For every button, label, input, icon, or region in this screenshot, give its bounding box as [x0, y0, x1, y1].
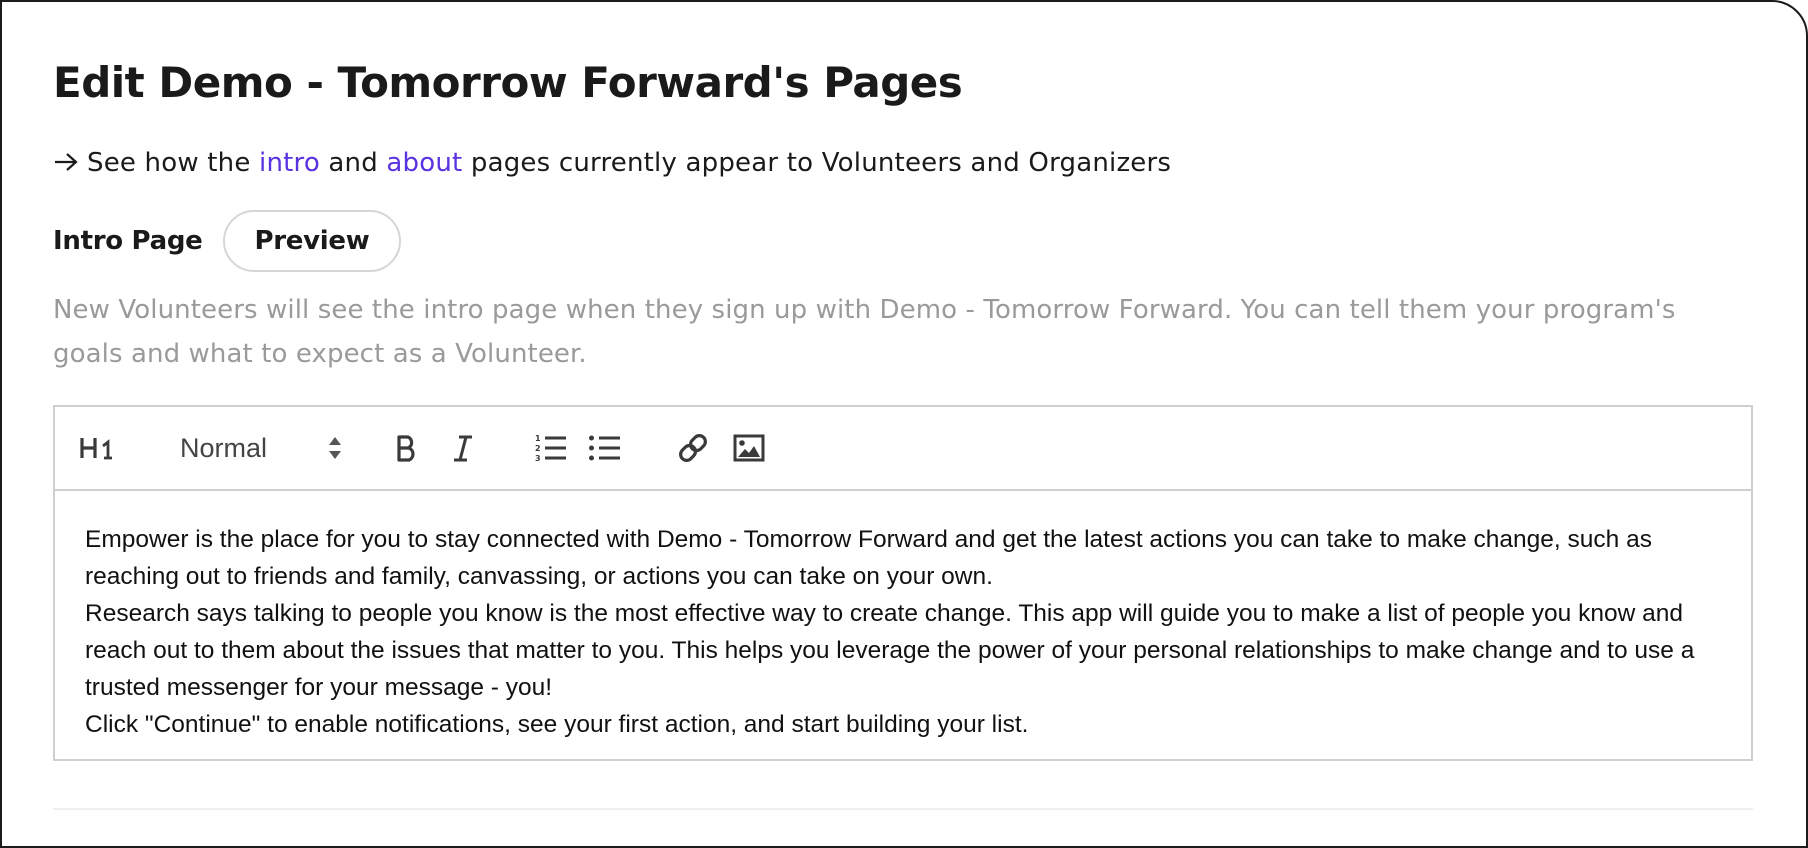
preview-pages-line: See how the intro and about pages curren… — [53, 148, 1171, 178]
bullet-list-icon — [589, 435, 620, 461]
editor-paragraph: Research says talking to people you know… — [85, 600, 1695, 701]
editor-paragraph: Click "Continue" to enable notifications… — [85, 711, 1029, 738]
intro-page-label: Intro Page — [53, 226, 203, 256]
text-format-selected: Normal — [180, 432, 268, 463]
image-button[interactable] — [731, 430, 767, 466]
svg-text:3: 3 — [535, 454, 541, 463]
text-format-select[interactable]: Normal — [173, 426, 343, 470]
page-frame: Edit Demo - Tomorrow Forward's Pages See… — [0, 0, 1808, 848]
select-arrows-icon — [329, 437, 341, 459]
bold-icon — [397, 435, 415, 462]
svg-text:1: 1 — [535, 434, 541, 443]
italic-button[interactable] — [445, 430, 481, 466]
ordered-list-button[interactable]: 1 2 3 — [533, 430, 569, 466]
link-button[interactable] — [675, 430, 711, 466]
ordered-list-icon: 1 2 3 — [535, 434, 566, 463]
link-icon — [679, 434, 707, 462]
intro-page-helper-text: New Volunteers will see the intro page w… — [53, 295, 1676, 369]
preview-line-suffix: pages currently appear to Volunteers and… — [470, 148, 1172, 178]
editor-toolbar: Normal 1 2 3 — [55, 407, 1751, 491]
italic-icon — [454, 435, 472, 462]
about-page-link[interactable]: about — [386, 148, 462, 178]
intro-page-header: Intro Page Preview — [53, 209, 402, 273]
section-divider — [53, 808, 1753, 810]
page-title: Edit Demo - Tomorrow Forward's Pages — [53, 58, 963, 107]
editor-paragraph: Empower is the place for you to stay con… — [85, 526, 1652, 590]
svg-text:2: 2 — [535, 444, 541, 453]
arrow-right-icon — [53, 149, 81, 171]
editor-content[interactable]: Empower is the place for you to stay con… — [55, 491, 1751, 759]
image-icon — [733, 434, 765, 462]
heading-1-icon — [80, 438, 112, 460]
preview-line-prefix: See how the — [87, 148, 251, 178]
bullet-list-button[interactable] — [587, 430, 623, 466]
intro-page-link[interactable]: intro — [259, 148, 320, 178]
heading-1-button[interactable] — [77, 430, 121, 466]
bold-button[interactable] — [389, 430, 425, 466]
rich-text-editor: Normal 1 2 3 Empower is the place for yo… — [53, 405, 1753, 761]
preview-line-conjunction: and — [328, 148, 378, 178]
preview-button[interactable]: Preview — [222, 210, 402, 272]
